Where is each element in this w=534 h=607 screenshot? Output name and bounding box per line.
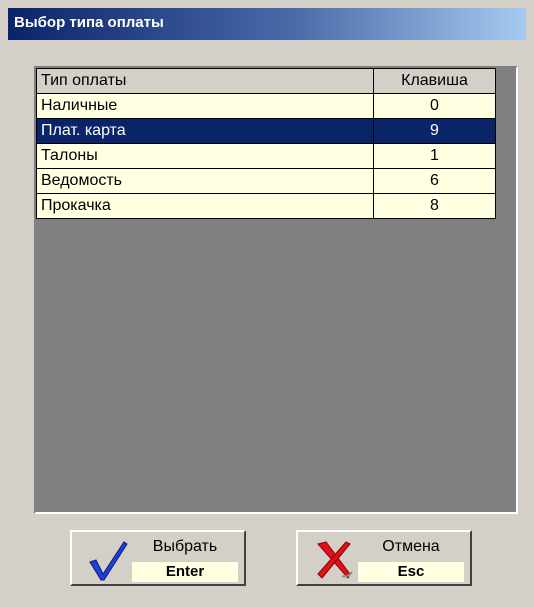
table-row-selected[interactable]: Плат. карта 9	[36, 118, 496, 144]
payment-type-key: 8	[373, 193, 496, 219]
payment-type-name: Прокачка	[36, 193, 374, 219]
title-bar: Выбор типа оплаты	[8, 8, 526, 40]
payment-type-key: 1	[373, 143, 496, 169]
select-button[interactable]: Выбрать Enter	[70, 530, 246, 586]
table-row[interactable]: Талоны 1	[36, 143, 496, 169]
payment-type-name: Ведомость	[36, 168, 374, 194]
payment-type-key: 0	[373, 93, 496, 119]
table-row[interactable]: Ведомость 6	[36, 168, 496, 194]
x-mark-icon	[312, 538, 356, 582]
column-header-key[interactable]: Клавиша	[373, 68, 496, 94]
payment-type-dialog: Выбор типа оплаты Тип оплаты Клавиша Нал…	[8, 8, 526, 604]
checkmark-icon	[86, 538, 130, 582]
cancel-button-label: Отмена	[382, 538, 440, 555]
payment-type-name: Наличные	[36, 93, 374, 119]
payment-type-name: Плат. карта	[36, 118, 374, 144]
table-header-row: Тип оплаты Клавиша	[36, 68, 496, 94]
table-row[interactable]: Прокачка 8	[36, 193, 496, 219]
dialog-title: Выбор типа оплаты	[14, 14, 164, 31]
cancel-hotkey: Esc	[358, 562, 464, 582]
column-header-payment-type[interactable]: Тип оплаты	[36, 68, 374, 94]
payment-type-key: 6	[373, 168, 496, 194]
payment-type-list[interactable]: Тип оплаты Клавиша Наличные 0 Плат. карт…	[34, 66, 518, 514]
table-row[interactable]: Наличные 0	[36, 93, 496, 119]
select-hotkey: Enter	[132, 562, 238, 582]
payment-type-name: Талоны	[36, 143, 374, 169]
select-button-label: Выбрать	[152, 538, 218, 555]
payment-type-key: 9	[373, 118, 496, 144]
payment-type-table: Тип оплаты Клавиша Наличные 0 Плат. карт…	[36, 68, 496, 219]
cancel-button[interactable]: Отмена Esc	[296, 530, 472, 586]
